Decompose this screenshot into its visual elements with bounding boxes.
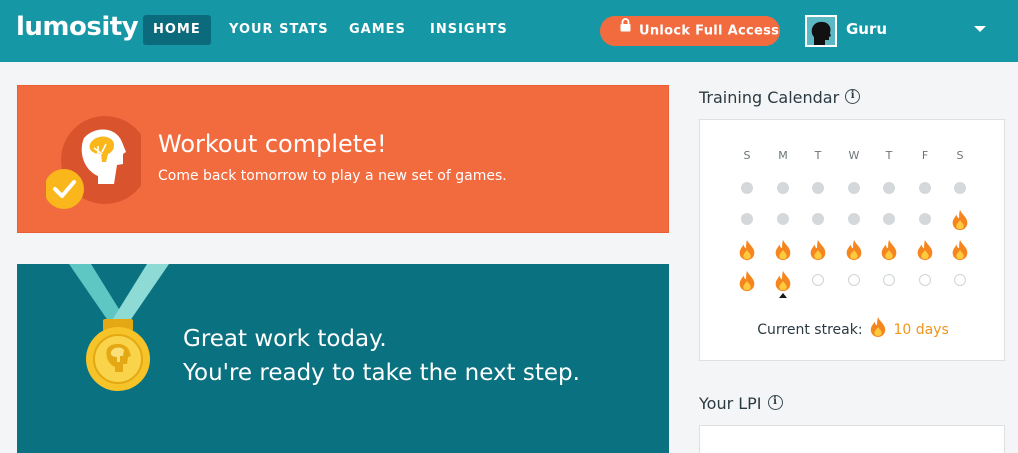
calendar-day-missed	[808, 209, 828, 229]
lpi-title: Your LPI	[699, 394, 762, 413]
calendar-day-upcoming	[950, 270, 970, 290]
calendar-day-header: M	[778, 149, 788, 162]
streak-value: 10 days	[893, 322, 949, 338]
calendar-day-missed	[773, 209, 793, 229]
calendar-day-header: F	[921, 149, 929, 162]
calendar-day-header: S	[956, 149, 964, 162]
calendar-day-flame-icon	[737, 239, 757, 261]
calendar-day-flame-icon	[773, 270, 793, 292]
today-marker	[779, 293, 787, 298]
info-icon[interactable]: i	[767, 395, 783, 410]
workout-title: Workout complete!	[158, 130, 387, 158]
calendar-day-missed	[879, 178, 899, 198]
calendar-day-missed	[773, 178, 793, 198]
workout-complete-card: Workout complete! Come back tomorrow to …	[17, 85, 669, 233]
calendar-day-flame-icon	[737, 270, 757, 292]
calendar-day-flame-icon	[844, 239, 864, 261]
training-calendar-card: Current streak: 10 days S M T W T F S	[699, 119, 1005, 361]
calendar-day-flame-icon	[773, 239, 793, 261]
nav-insights[interactable]: INSIGHTS	[420, 15, 518, 45]
training-calendar-title: Training Calendar	[699, 88, 840, 107]
lpi-heading: Your LPI i	[699, 394, 783, 413]
calendar-day-flame-icon	[808, 239, 828, 261]
calendar-day-missed	[950, 178, 970, 198]
avatar[interactable]	[805, 15, 837, 47]
lumosity-logo[interactable]: lumosity	[16, 12, 139, 42]
calendar-day-missed	[915, 209, 935, 229]
flame-icon	[870, 317, 886, 337]
nav-home[interactable]: HOME	[143, 15, 211, 45]
medal-icon	[65, 264, 175, 403]
great-work-card: Great work today. You're ready to take t…	[17, 264, 669, 453]
calendar-day-flame-icon	[879, 239, 899, 261]
info-icon[interactable]: i	[845, 89, 861, 104]
calendar-day-missed	[879, 209, 899, 229]
calendar-day-missed	[915, 178, 935, 198]
calendar-day-upcoming	[915, 270, 935, 290]
calendar-day-missed	[737, 178, 757, 198]
user-name[interactable]: Guru	[846, 20, 887, 38]
calendar-day-header: S	[743, 149, 751, 162]
great-work-subheadline: You're ready to take the next step.	[183, 360, 580, 386]
workout-subtitle: Come back tomorrow to play a new set of …	[158, 168, 507, 184]
unlock-label: Unlock Full Access	[639, 23, 780, 39]
calendar-day-missed	[808, 178, 828, 198]
nav-games[interactable]: GAMES	[339, 15, 416, 45]
calendar-day-header: T	[885, 149, 893, 162]
training-calendar-heading: Training Calendar i	[699, 88, 861, 107]
chevron-down-icon[interactable]	[974, 26, 986, 32]
nav-your-stats[interactable]: YOUR STATS	[219, 15, 339, 45]
user-head-icon	[807, 17, 835, 45]
calendar-day-missed	[844, 178, 864, 198]
calendar-day-upcoming	[879, 270, 899, 290]
top-nav-bar: lumosity HOME YOUR STATS GAMES INSIGHTS …	[0, 0, 1018, 62]
lock-icon	[620, 14, 631, 44]
lpi-card	[699, 425, 1005, 453]
great-work-headline: Great work today.	[183, 326, 387, 352]
calendar-day-upcoming	[844, 270, 864, 290]
calendar-day-flame-icon	[950, 209, 970, 231]
calendar-day-missed	[737, 209, 757, 229]
calendar-day-header: T	[814, 149, 822, 162]
streak-label: Current streak:	[757, 322, 863, 338]
current-streak: Current streak: 10 days	[700, 317, 1006, 341]
unlock-full-access-button[interactable]: Unlock Full Access	[600, 16, 780, 46]
calendar-day-missed	[844, 209, 864, 229]
brain-head-check-icon	[44, 114, 149, 213]
calendar-day-flame-icon	[915, 239, 935, 261]
calendar-day-flame-icon	[950, 239, 970, 261]
calendar-day-header: W	[848, 149, 860, 162]
calendar-day-upcoming	[808, 270, 828, 290]
